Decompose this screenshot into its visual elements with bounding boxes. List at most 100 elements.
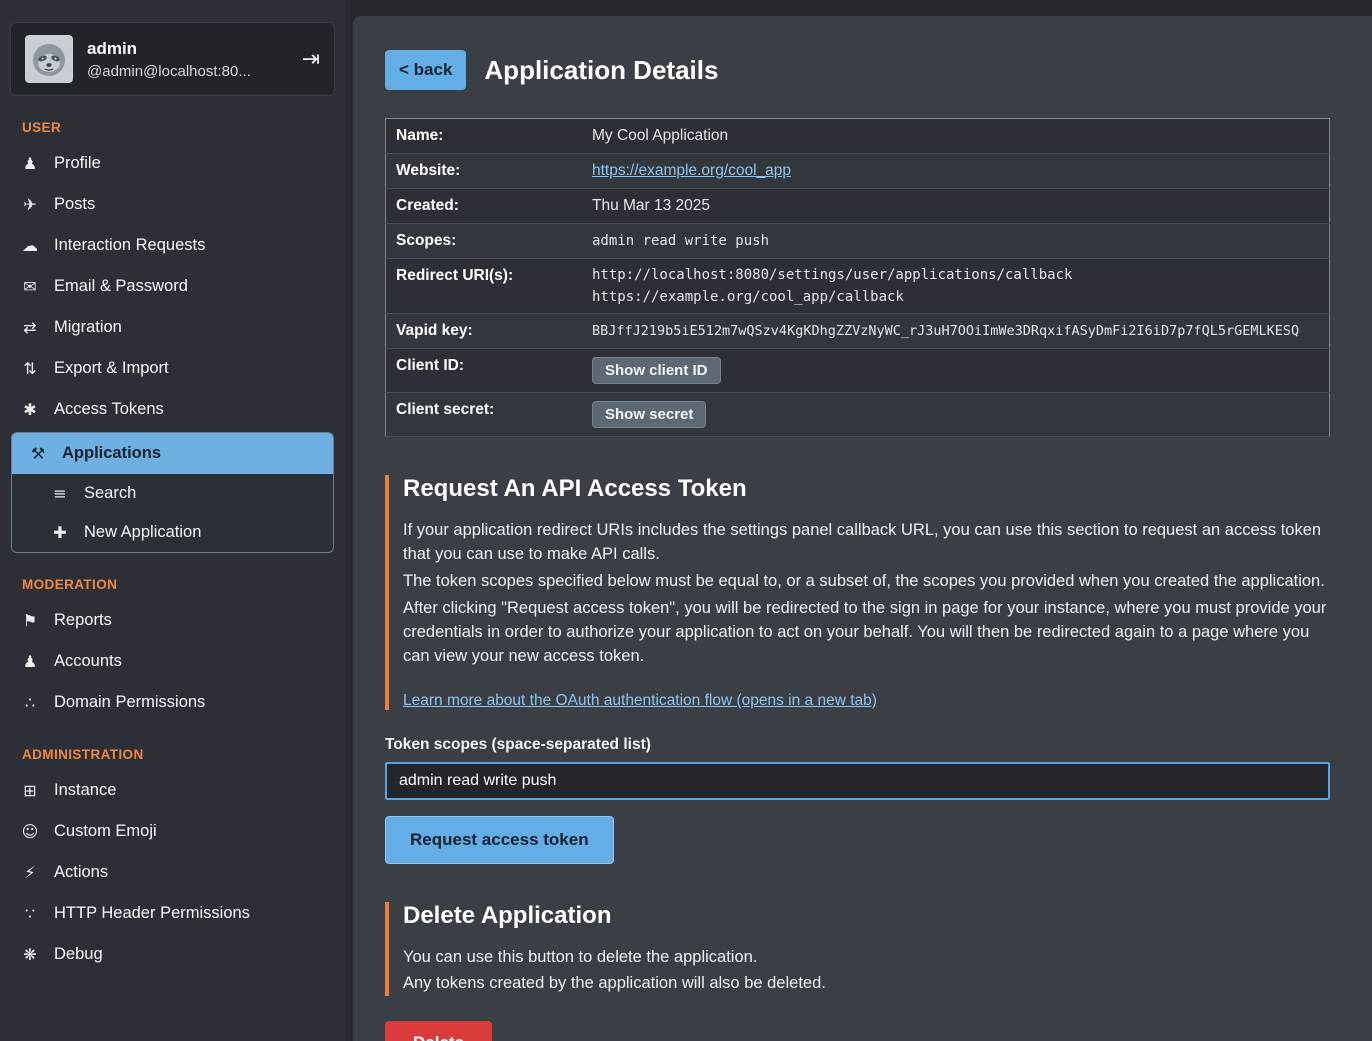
sidebar-item-accounts[interactable]: ♟ Accounts [0, 641, 345, 682]
sidebar-applications-block: ⚒ Applications ≡ Search ✚ New Applicatio… [11, 432, 334, 553]
sidebar-item-applications[interactable]: ⚒ Applications [12, 433, 333, 474]
table-row-redirect-uris: Redirect URI(s): http://localhost:8080/s… [386, 259, 1330, 314]
logout-icon[interactable]: ⇥ [302, 47, 320, 72]
sidebar-item-label: Reports [54, 611, 112, 630]
show-secret-button[interactable]: Show secret [592, 401, 706, 428]
sidebar-item-label: Actions [54, 863, 108, 882]
users-icon: ♟ [20, 652, 40, 671]
row-value: My Cool Application [582, 119, 1330, 154]
sidebar-item-custom-emoji[interactable]: ☺ Custom Emoji [0, 811, 345, 852]
delete-application-description: You can use this button to delete the ap… [403, 946, 1330, 997]
sidebar-item-applications-search[interactable]: ≡ Search [12, 474, 333, 513]
sidebar-item-label: Debug [54, 945, 103, 964]
sidebar-item-interaction-requests[interactable]: ☁ Interaction Requests [0, 225, 345, 266]
row-label: Created: [386, 189, 583, 224]
sidebar-item-profile[interactable]: ♟ Profile [0, 143, 345, 184]
smiley-icon: ☺ [20, 822, 40, 841]
row-value: admin read write push [582, 224, 1330, 259]
sidebar-item-instance[interactable]: ⊞ Instance [0, 770, 345, 811]
row-label: Client secret: [386, 393, 583, 437]
flag-icon: ⚑ [20, 611, 40, 630]
row-label: Redirect URI(s): [386, 259, 583, 314]
sidebar-item-actions[interactable]: ⚡ Actions [0, 852, 345, 893]
main-panel: < back Application Details Name: My Cool… [353, 16, 1372, 1041]
comment-icon: ☁ [20, 236, 40, 255]
sidebar-item-label: Applications [62, 444, 161, 463]
website-link[interactable]: https://example.org/cool_app [592, 162, 791, 179]
paper-plane-icon: ✈ [20, 195, 40, 214]
row-value: http://localhost:8080/settings/user/appl… [582, 259, 1330, 314]
paragraph: Any tokens created by the application wi… [403, 972, 1330, 996]
sidebar-item-posts[interactable]: ✈ Posts [0, 184, 345, 225]
delete-application-text-block: Delete Application You can use this butt… [385, 902, 1330, 997]
share-nodes-icon: ∴ [20, 693, 40, 712]
exchange-icon: ⇄ [20, 318, 40, 337]
delete-application-title: Delete Application [403, 902, 1330, 930]
page-title: Application Details [484, 55, 718, 86]
user-name: admin [87, 39, 251, 59]
row-value: Show secret [582, 393, 1330, 437]
token-scopes-input[interactable] [385, 762, 1330, 800]
request-token-title: Request An API Access Token [403, 475, 1330, 503]
sitemap-icon: ⊞ [20, 781, 40, 800]
request-token-description: If your application redirect URIs includ… [403, 519, 1330, 669]
row-value: BBJffJ219b5iE512m7wQSzv4KgKDhgZZVzNyWC_r… [582, 314, 1330, 349]
bolt-icon: ⚡ [20, 863, 40, 882]
sloth-avatar-image [25, 35, 73, 83]
sidebar-item-label: Migration [54, 318, 122, 337]
user-icon: ♟ [20, 154, 40, 173]
envelope-icon: ✉ [20, 277, 40, 296]
bug-icon: ❋ [20, 945, 40, 964]
redirect-uri: http://localhost:8080/settings/user/appl… [592, 267, 1319, 283]
sidebar-item-reports[interactable]: ⚑ Reports [0, 600, 345, 641]
paragraph: You can use this button to delete the ap… [403, 946, 1330, 970]
user-handle: @admin@localhost:80... [87, 63, 251, 80]
plus-icon: ✚ [50, 523, 70, 542]
redirect-uri: https://example.org/cool_app/callback [592, 289, 1319, 305]
paragraph: The token scopes specified below must be… [403, 570, 1330, 594]
show-client-id-button[interactable]: Show client ID [592, 357, 721, 384]
sidebar-item-label: Profile [54, 154, 101, 173]
sidebar-item-new-application[interactable]: ✚ New Application [12, 513, 333, 552]
token-scopes-label: Token scopes (space-separated list) [385, 736, 1330, 754]
user-card[interactable]: admin @admin@localhost:80... ⇥ [10, 22, 335, 96]
sidebar-item-label: Custom Emoji [54, 822, 157, 841]
asterisk-icon: ✱ [20, 400, 40, 419]
row-label: Vapid key: [386, 314, 583, 349]
row-label: Scopes: [386, 224, 583, 259]
save-icon: ⇅ [20, 359, 40, 378]
sidebar-item-debug[interactable]: ❋ Debug [0, 934, 345, 975]
sidebar-item-http-header-permissions[interactable]: ∵ HTTP Header Permissions [0, 893, 345, 934]
sidebar-item-domain-permissions[interactable]: ∴ Domain Permissions [0, 682, 345, 723]
sidebar-item-label: HTTP Header Permissions [54, 904, 250, 923]
delete-button[interactable]: Delete [385, 1021, 492, 1041]
table-row-website: Website: https://example.org/cool_app [386, 154, 1330, 189]
sidebar-item-label: Accounts [54, 652, 122, 671]
application-details-table: Name: My Cool Application Website: https… [385, 118, 1330, 437]
settings-sidebar: admin @admin@localhost:80... ⇥ USER ♟ Pr… [0, 0, 345, 1041]
request-access-token-button[interactable]: Request access token [385, 816, 614, 864]
sidebar-item-label: Access Tokens [54, 400, 164, 419]
request-token-text-block: Request An API Access Token If your appl… [385, 475, 1330, 710]
sidebar-item-label: Email & Password [54, 277, 188, 296]
sidebar-section-user: USER [22, 120, 345, 135]
share-alt-icon: ∵ [20, 904, 40, 923]
back-button[interactable]: < back [385, 50, 466, 90]
title-row: < back Application Details [385, 50, 1330, 90]
sidebar-item-access-tokens[interactable]: ✱ Access Tokens [0, 389, 345, 430]
sidebar-item-label: Search [84, 484, 136, 503]
sidebar-item-label: Posts [54, 195, 95, 214]
oauth-docs-link[interactable]: Learn more about the OAuth authenticatio… [403, 692, 877, 710]
row-value: Thu Mar 13 2025 [582, 189, 1330, 224]
list-icon: ≡ [50, 484, 70, 503]
sidebar-item-migration[interactable]: ⇄ Migration [0, 307, 345, 348]
table-row-name: Name: My Cool Application [386, 119, 1330, 154]
table-row-client-secret: Client secret: Show secret [386, 393, 1330, 437]
sidebar-item-label: New Application [84, 523, 201, 542]
sidebar-item-export-import[interactable]: ⇅ Export & Import [0, 348, 345, 389]
paragraph: If your application redirect URIs includ… [403, 519, 1330, 567]
sidebar-item-label: Interaction Requests [54, 236, 205, 255]
user-meta: admin @admin@localhost:80... [87, 39, 251, 80]
sidebar-item-email-password[interactable]: ✉ Email & Password [0, 266, 345, 307]
avatar [25, 35, 73, 83]
